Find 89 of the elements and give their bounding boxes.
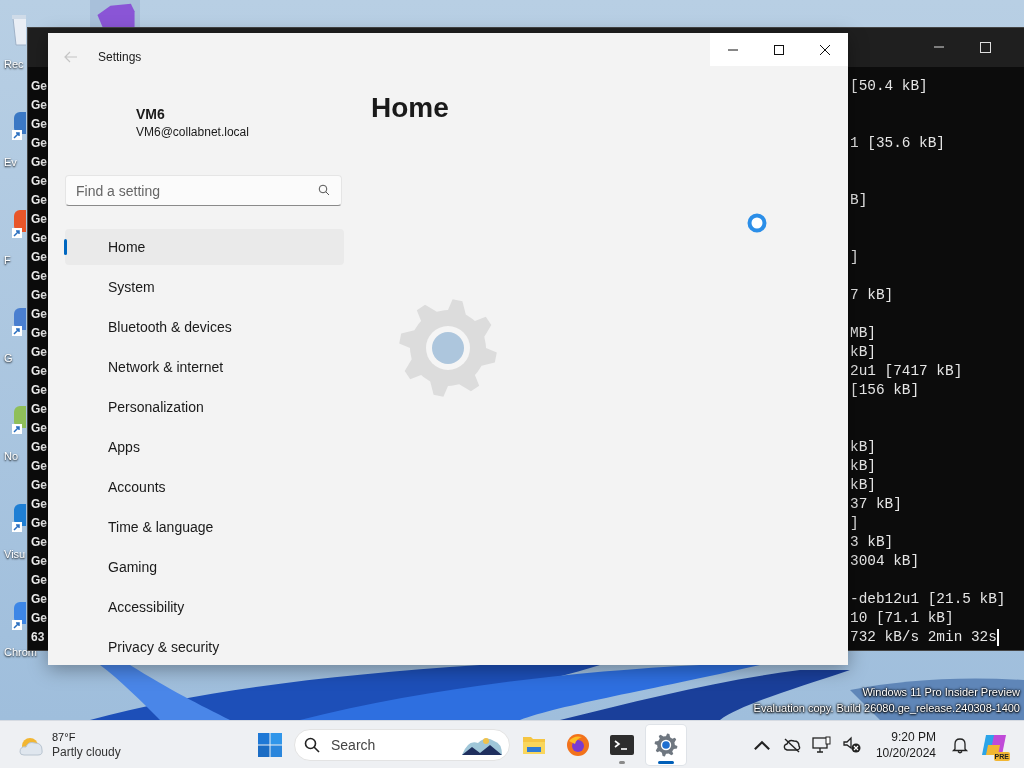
terminal-line: 37 kB] [850,495,902,514]
terminal-line: kB] [850,457,876,476]
terminal-line: 7 kB] [850,286,894,305]
nav-item[interactable]: Bluetooth & devices [65,309,344,345]
terminal-line: Ge [31,97,47,114]
search-icon [304,736,320,753]
maximize-icon [774,44,784,55]
gear-icon [398,298,498,398]
terminal-icon [610,732,634,757]
terminal-line: Ge [31,439,47,456]
terminal-line: Ge [31,382,47,399]
running-indicator [619,760,625,764]
user-name: VM6 [136,105,166,123]
close-icon [820,44,830,55]
terminal-line: Ge [31,591,47,608]
running-indicator [658,760,674,764]
terminal-line: 63 [31,629,45,646]
weather-condition: Partly cloudy [52,744,121,760]
terminal-line: ] [850,248,859,267]
terminal-line: Ge [31,192,47,209]
nav-item[interactable]: Privacy & security [65,629,344,665]
selection-indicator [64,239,67,255]
nav-item[interactable]: Gaming [65,549,344,585]
terminal-line: Ge [31,78,47,95]
terminal-line: Ge [31,344,47,361]
nav-item[interactable]: Network & internet [65,349,344,385]
terminal-line: Ge [31,496,47,513]
terminal-line: Ge [31,135,47,152]
watermark-text: Windows 11 Pro Insider Preview [862,685,1020,700]
bell-icon[interactable] [950,735,970,754]
terminal-line: Ge [31,610,47,627]
terminal-line: Ge [31,211,47,228]
terminal-line: Ge [31,173,47,190]
terminal-line: Ge [31,230,47,247]
browser-icon [566,732,590,757]
terminal-line: kB] [850,476,876,495]
terminal-line: kB] [850,438,876,457]
nav-item[interactable]: Apps [65,429,344,465]
busy-cursor-icon [746,212,768,234]
terminal-line: Ge [31,401,47,418]
nav-item[interactable]: Time & language [65,509,344,545]
terminal-line: Ge [31,325,47,342]
terminal-line: 3004 kB] [850,552,920,571]
terminal-line: B] [850,191,868,210]
terminal-line: 2u1 [7417 kB] [850,362,963,381]
terminal-line: Ge [31,534,47,551]
terminal-line: [50.4 kB] [850,77,928,96]
terminal-line: 1 [35.6 kB] [850,134,945,153]
settings-search-field[interactable]: Find a setting [65,175,342,206]
desktop-icon-label[interactable]: Chrom [0,646,37,658]
search-icon [318,184,330,196]
terminal-line: Ge [31,572,47,589]
terminal-line: -deb12u1 [21.5 kB] [850,590,1006,609]
terminal-line: MB] [850,324,876,343]
terminal-line: Ge [31,363,47,380]
window-title: Settings [98,50,142,64]
terminal-line: 10 [71.1 kB] [850,609,954,628]
terminal-line: Ge [31,306,47,323]
terminal-line: Ge [31,287,47,304]
watermark-text: Evaluation copy. Build 26080.ge_release.240308-1400 [753,701,1020,716]
terminal-line: Ge [31,477,47,494]
terminal-line: Ge [31,458,47,475]
terminal-line: Ge [31,249,47,266]
terminal-line: Ge [31,116,47,133]
speaker-muted-icon[interactable] [841,735,862,754]
nav-item[interactable]: Personalization [65,389,344,425]
user-email: VM6@collabnet.local [136,124,250,141]
nav-item[interactable]: System [65,269,344,305]
clock[interactable]: 9:20 PM 10/20/2024 [871,728,940,761]
nav-item[interactable]: Accounts [65,469,344,505]
start-button[interactable] [258,732,282,757]
terminal-line: ] [850,514,859,533]
terminal-line: 732 kB/s 2min 32s [850,628,997,647]
nav-item[interactable]: Accessibility [65,589,344,625]
temperature: 87°F [52,729,77,745]
monitor-icon[interactable] [811,735,832,754]
terminal-line: kB] [850,343,876,362]
terminal-line: Ge [31,515,47,532]
nav-item[interactable]: Home [65,229,344,265]
taskbar-app[interactable] [646,724,686,765]
terminal-line: 3 kB] [850,533,894,552]
terminal-line: Ge [31,268,47,285]
terminal-line: Ge [31,553,47,570]
terminal-line: [156 kB] [850,381,920,400]
terminal-line: Ge [31,420,47,437]
page-title: Home [371,91,449,125]
taskbar-search-field[interactable]: Search [294,728,510,761]
terminal-line: Ge [31,154,47,171]
gear-icon [654,732,678,757]
